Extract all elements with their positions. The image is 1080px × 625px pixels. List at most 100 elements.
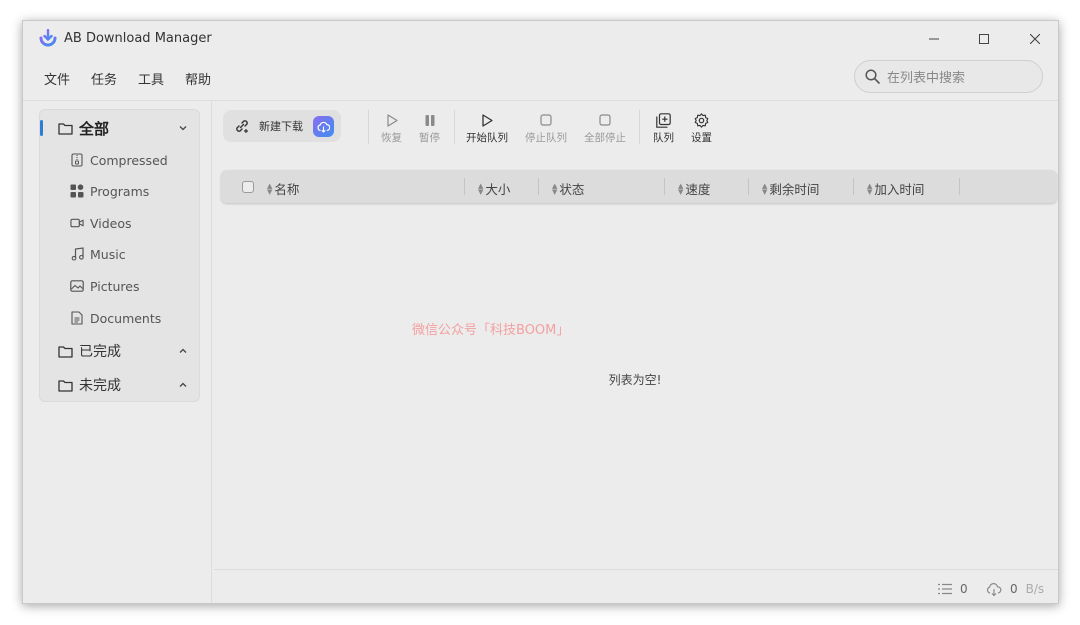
toolbar-divider (368, 110, 369, 144)
chevron-down-icon[interactable] (177, 122, 189, 134)
sort-icon: ▲ ▼ (867, 181, 873, 196)
download-speed-indicator: 0 B/s (986, 582, 1044, 596)
play-icon (479, 112, 495, 128)
app-logo-icon (39, 29, 57, 47)
gear-icon (694, 112, 710, 128)
minimize-icon (929, 38, 939, 40)
search-input[interactable]: 在列表中搜索 (854, 60, 1043, 93)
subcategory-compressed[interactable]: Compressed (40, 146, 199, 174)
subcategory-label: Pictures (90, 278, 140, 294)
column-remaining-time[interactable]: ▲ ▼ 剩余时间 (762, 179, 819, 198)
queues-button[interactable]: 队列 (653, 112, 674, 145)
subcategory-documents[interactable]: Documents (40, 304, 199, 332)
close-button[interactable] (1021, 27, 1049, 51)
maximize-button[interactable] (970, 27, 998, 51)
column-status[interactable]: ▲ ▼ 状态 (552, 179, 584, 198)
column-speed[interactable]: ▲ ▼ 速度 (678, 179, 710, 198)
category-label: 全部 (79, 119, 110, 138)
list-icon (938, 583, 952, 595)
subcategory-music[interactable]: Music (40, 240, 199, 268)
folder-icon (58, 122, 73, 135)
subcategory-label: Documents (90, 310, 162, 326)
sidebar: 全部 Compressed Programs Videos Music Pict… (23, 101, 212, 603)
column-divider[interactable] (959, 178, 960, 195)
cloud-download-icon[interactable] (313, 116, 334, 137)
queues-label: 队列 (653, 132, 674, 144)
menu-help[interactable]: 帮助 (182, 67, 214, 90)
folder-icon (58, 345, 73, 358)
link-add-icon (236, 120, 248, 133)
sort-icon: ▲ ▼ (678, 181, 684, 196)
search-placeholder: 在列表中搜索 (887, 71, 966, 86)
select-all-checkbox[interactable] (242, 181, 254, 193)
music-icon (70, 247, 84, 261)
folder-icon (58, 379, 73, 392)
empty-list-message: 列表为空! (608, 373, 662, 387)
app-title: AB Download Manager (64, 31, 212, 46)
start-queue-label: 开始队列 (466, 132, 508, 144)
close-icon (1030, 34, 1040, 44)
title-bar: AB Download Manager (23, 21, 1058, 57)
subcategory-programs[interactable]: Programs (40, 177, 199, 205)
sort-icon: ▲ ▼ (762, 181, 768, 196)
resume-label: 恢复 (381, 132, 402, 144)
menu-tasks[interactable]: 任务 (88, 67, 120, 90)
image-icon (70, 279, 84, 293)
document-icon (70, 311, 84, 325)
stop-all-label: 全部停止 (584, 132, 626, 144)
zip-file-icon (70, 153, 84, 167)
stop-queue-button[interactable]: 停止队列 (525, 112, 567, 145)
category-panel: 全部 Compressed Programs Videos Music Pict… (39, 109, 200, 402)
column-divider[interactable] (538, 178, 539, 195)
column-label: 名称 (274, 182, 300, 197)
settings-button[interactable]: 设置 (691, 112, 712, 145)
subcategory-label: Programs (90, 183, 150, 199)
subcategory-label: Music (90, 246, 126, 262)
pause-icon (422, 112, 438, 128)
maximize-icon (979, 34, 989, 44)
category-label: 未完成 (79, 378, 121, 394)
column-size[interactable]: ▲ ▼ 大小 (478, 179, 510, 198)
menu-file[interactable]: 文件 (41, 67, 73, 90)
toolbar: 新建下载 恢复 暂停 开始队列 停止队列 全部停止 队列 设置 (214, 105, 1058, 149)
sort-icon: ▲ ▼ (478, 181, 484, 196)
watermark-text: 微信公众号「科技BOOM」 (412, 323, 570, 338)
category-finished[interactable]: 已完成 (40, 335, 199, 367)
apps-icon (70, 184, 84, 198)
column-divider[interactable] (664, 178, 665, 195)
menu-bar: 文件 任务 工具 帮助 (41, 67, 214, 90)
chevron-up-icon[interactable] (177, 345, 189, 357)
column-label: 加入时间 (874, 182, 925, 197)
speed-unit: B/s (1025, 582, 1045, 596)
category-all[interactable]: 全部 (40, 112, 199, 144)
chevron-up-icon[interactable] (177, 379, 189, 391)
column-divider[interactable] (464, 178, 465, 195)
new-download-button[interactable]: 新建下载 (223, 110, 341, 142)
subcategory-label: Compressed (90, 152, 168, 168)
resume-button[interactable]: 恢复 (381, 112, 402, 145)
stop-queue-label: 停止队列 (525, 132, 567, 144)
category-unfinished[interactable]: 未完成 (40, 369, 199, 401)
column-divider[interactable] (853, 178, 854, 195)
column-added-time[interactable]: ▲ ▼ 加入时间 (867, 179, 924, 198)
stop-all-button[interactable]: 全部停止 (584, 112, 626, 145)
column-divider[interactable] (748, 178, 749, 195)
stop-icon (538, 112, 554, 128)
subcategory-videos[interactable]: Videos (40, 209, 199, 237)
main-panel: 新建下载 恢复 暂停 开始队列 停止队列 全部停止 队列 设置 ▲ ▼ 名称 ▲… (214, 101, 1058, 603)
column-name[interactable]: ▲ ▼ 名称 (267, 179, 299, 198)
queue-add-icon (656, 112, 672, 128)
subcategory-pictures[interactable]: Pictures (40, 272, 199, 300)
status-bar: 0 0 B/s (214, 569, 1058, 603)
app-window: AB Download Manager 文件 任务 工具 帮助 在列表中搜索 全… (22, 20, 1059, 604)
menu-tools[interactable]: 工具 (135, 67, 167, 90)
start-queue-button[interactable]: 开始队列 (466, 112, 508, 145)
pause-button[interactable]: 暂停 (419, 112, 440, 145)
speed-value: 0 (1010, 582, 1018, 596)
minimize-button[interactable] (920, 27, 948, 51)
stop-icon (597, 112, 613, 128)
pause-label: 暂停 (419, 132, 440, 144)
toolbar-divider (639, 110, 640, 144)
column-label: 剩余时间 (769, 182, 820, 197)
column-label: 状态 (559, 182, 585, 197)
